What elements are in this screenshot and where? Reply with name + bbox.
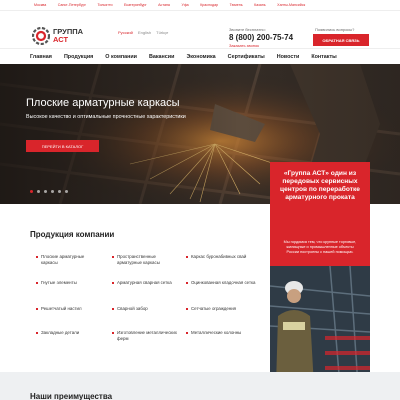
product-link[interactable]: Закладные детали — [36, 330, 100, 336]
nav-item-economics[interactable]: Экономика — [186, 54, 215, 60]
product-link[interactable]: Решетчатый настил — [36, 306, 100, 312]
logo-icon[interactable] — [32, 27, 50, 45]
city-link[interactable]: Москва — [34, 3, 46, 7]
main-nav: Главная Продукция О компании Вакансии Эк… — [0, 48, 400, 64]
product-link[interactable]: Металлические колонны — [186, 330, 260, 336]
lang-tr[interactable]: Türkçe — [156, 30, 168, 35]
slider-dot[interactable] — [58, 190, 61, 193]
product-link[interactable]: Сварной забор — [112, 306, 182, 312]
product-link[interactable]: Изготовление металлических ферм — [112, 330, 182, 342]
product-link[interactable]: Гнутые элементы — [36, 280, 100, 286]
nav-item-news[interactable]: Новости — [277, 54, 300, 60]
promo-title: «Группа АСТ» один из передовых сервисных… — [280, 170, 360, 201]
nav-item-certificates[interactable]: Сертификаты — [228, 54, 265, 60]
city-link[interactable]: Тольятти — [97, 3, 112, 7]
advantages-title: Наши преимущества — [30, 392, 113, 400]
product-link[interactable]: Сетчатые ограждения — [186, 306, 260, 312]
city-link[interactable]: Казань — [254, 3, 266, 7]
slider-dot[interactable] — [30, 190, 33, 193]
city-link[interactable]: Краснодар — [200, 3, 218, 7]
call-label: Звоните бесплатно: — [229, 27, 266, 32]
lang-en[interactable]: English — [138, 30, 151, 35]
logo-line-2: АСТ — [53, 35, 69, 44]
product-link[interactable]: Каркас буронабивных свай — [186, 254, 260, 260]
nav-item-vacancies[interactable]: Вакансии — [149, 54, 174, 60]
city-bar: Москва Санкт-Петербург Тольятти Екатерин… — [0, 0, 400, 11]
nav-item-about[interactable]: О компании — [105, 54, 137, 60]
slider-dots — [30, 190, 72, 193]
logo-text[interactable]: ГРУППА АСТ — [53, 28, 83, 44]
nav-item-home[interactable]: Главная — [30, 54, 52, 60]
product-link[interactable]: Арматурная сварная сетка — [112, 280, 182, 286]
worker-photo — [270, 266, 370, 386]
product-link[interactable]: Плоские арматурные каркасы — [36, 254, 100, 266]
slider-dot[interactable] — [37, 190, 40, 193]
product-link[interactable]: Пространственные арматурные каркасы — [112, 254, 182, 266]
promo-panel: «Группа АСТ» один из передовых сервисных… — [270, 162, 370, 266]
product-link[interactable]: Оцинкованная кладочная сетка — [186, 280, 260, 286]
products-grid: Плоские арматурные каркасы Пространствен… — [36, 254, 272, 374]
hero-subtitle: Высокое качество и оптимальные прочностн… — [26, 114, 186, 120]
feedback-button[interactable]: ОБРАТНАЯ СВЯЗЬ — [313, 34, 369, 46]
slider-dot[interactable] — [51, 190, 54, 193]
city-link[interactable]: Уфа — [181, 3, 188, 7]
lang-ru[interactable]: Русский — [118, 30, 133, 35]
products-title: Продукция компании — [30, 230, 115, 239]
city-link[interactable]: Екатеринбург — [124, 3, 147, 7]
site-header: ГРУППА АСТ Русский English Türkçe Звонит… — [0, 11, 400, 48]
slider-dot[interactable] — [65, 190, 68, 193]
nav-item-products[interactable]: Продукция — [64, 54, 93, 60]
city-link[interactable]: Тюмень — [230, 3, 243, 7]
questions-label: Появились вопросы? — [315, 27, 355, 32]
promo-text: Мы гордимся тем, что крупные торговые, ж… — [283, 240, 357, 254]
language-switcher: Русский English Türkçe — [118, 30, 172, 35]
city-link[interactable]: Астана — [158, 3, 170, 7]
phone-number[interactable]: 8 (800) 200-75-74 — [229, 33, 293, 42]
nav-item-contacts[interactable]: Контакты — [311, 54, 336, 60]
slider-dot[interactable] — [44, 190, 47, 193]
city-link[interactable]: Санкт-Петербург — [58, 3, 86, 7]
city-link[interactable]: Ханты-Мансийск — [277, 3, 305, 7]
hero-title: Плоские арматурные каркасы — [26, 97, 180, 109]
catalog-button[interactable]: ПЕРЕЙТИ В КАТАЛОГ — [26, 140, 99, 152]
